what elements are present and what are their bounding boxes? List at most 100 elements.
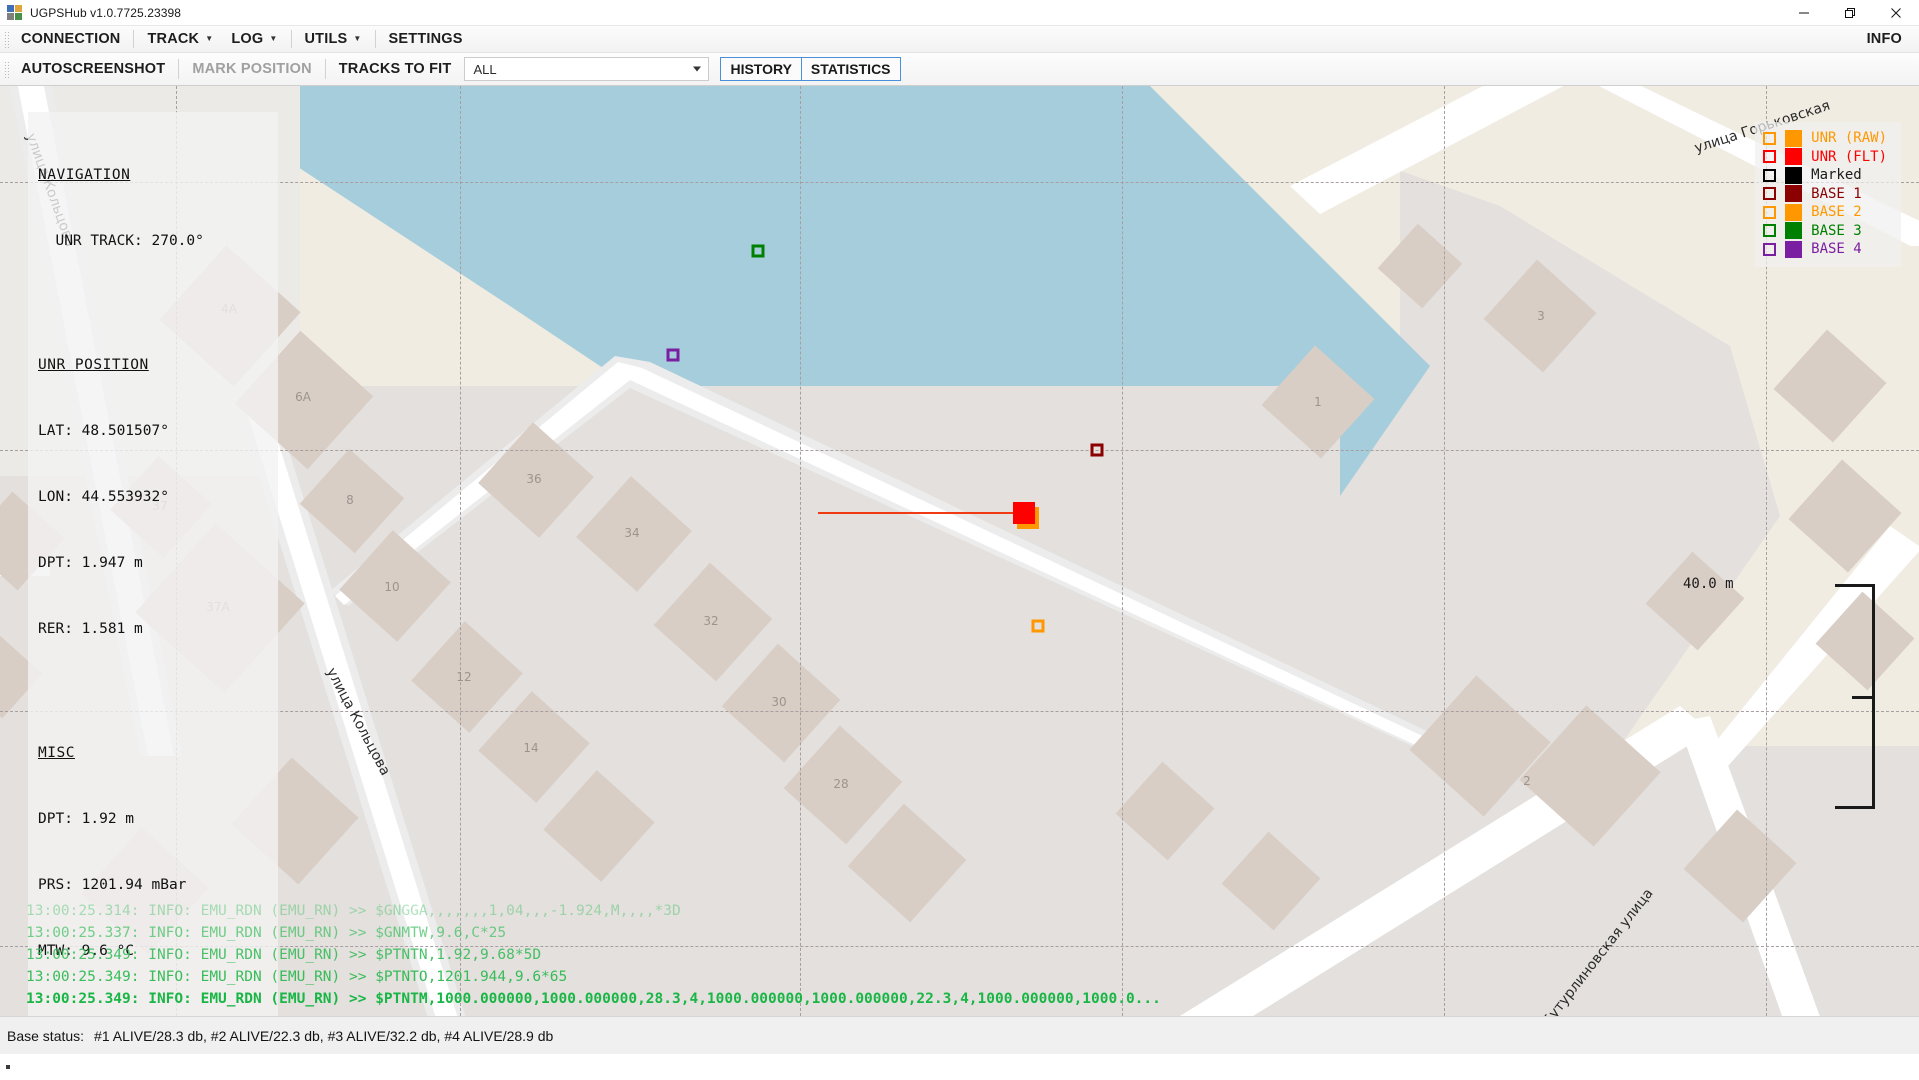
tracks-to-fit-value: ALL (473, 61, 497, 77)
misc-heading: MISC (38, 745, 75, 761)
close-icon[interactable] (1873, 0, 1919, 26)
base-status-label: Base status: (7, 1027, 85, 1044)
scale-bar-tick-top (1835, 584, 1875, 587)
toolbar-grip-icon (3, 59, 10, 79)
maximize-icon[interactable] (1827, 0, 1873, 26)
legend-solid-swatch-icon (1785, 240, 1803, 258)
legend-item-marked: Marked (1763, 166, 1887, 185)
unr-track-line (818, 512, 1026, 514)
legend-item-base-3: BASE 3 (1763, 222, 1887, 241)
menu-item-connection-label: CONNECTION (21, 31, 121, 47)
misc-temperature-row: MTW: 9.6 °C (38, 943, 135, 959)
statistics-button-label: STATISTICS (810, 61, 891, 77)
legend-hollow-swatch-icon (1763, 187, 1777, 201)
tracks-to-fit-select[interactable]: ALL (464, 57, 710, 81)
minimize-icon[interactable] (1781, 0, 1827, 26)
rer-row: RER: 1.581 m (38, 621, 143, 637)
legend-solid-swatch-icon (1785, 203, 1803, 221)
menu-item-utils-label: UTILS (304, 31, 348, 47)
history-button[interactable]: HISTORY (720, 57, 802, 81)
navigation-heading: NAVIGATION (38, 167, 131, 183)
title-bar: UGPSHub v1.0.7725.23398 (0, 0, 1919, 26)
scale-bar-tick-mid (1852, 696, 1875, 699)
menu-divider (374, 30, 376, 48)
legend-label: BASE 1 (1811, 185, 1862, 202)
scale-bar-label: 40.0 m (1683, 576, 1734, 592)
scale-bar-tick-bottom (1835, 806, 1875, 809)
resize-grip-icon (6, 1065, 10, 1069)
chevron-down-icon (693, 66, 702, 72)
base-1-marker[interactable] (1090, 443, 1104, 457)
legend-solid-swatch-icon (1785, 222, 1803, 240)
menu-item-log-label: LOG (231, 31, 264, 47)
menu-item-log[interactable]: LOG ▼ (222, 27, 286, 52)
base-4-marker[interactable] (666, 348, 680, 362)
autoscreenshot-button[interactable]: AUTOSCREENSHOT (12, 55, 174, 83)
app-icon (7, 4, 23, 21)
window-title: UGPSHub v1.0.7725.23398 (30, 5, 182, 20)
bottom-bar (0, 1054, 1919, 1080)
legend-item-base-2: BASE 2 (1763, 203, 1887, 222)
misc-pressure-row: PRS: 1201.94 mBar (38, 877, 187, 893)
legend-label: BASE 4 (1811, 241, 1862, 257)
toolbar-divider (178, 59, 180, 79)
base-3-marker[interactable] (751, 244, 765, 258)
legend-item-base-4: BASE 4 (1763, 240, 1887, 259)
status-bar: Base status: #1 ALIVE/28.3 db, #2 ALIVE/… (0, 1016, 1919, 1054)
legend-item-base-1: BASE 1 (1763, 185, 1887, 204)
menu-item-info[interactable]: INFO (1858, 27, 1911, 52)
legend-item-unr-flt: UNR (FLT) (1763, 148, 1887, 167)
longitude-row: LON: 44.553932° (38, 489, 169, 505)
menu-item-connection[interactable]: CONNECTION (12, 27, 129, 52)
legend-label: UNR (RAW) (1811, 130, 1887, 146)
menu-item-info-label: INFO (1866, 31, 1902, 47)
tracks-to-fit-label-text: TRACKS TO FIT (338, 61, 452, 77)
legend-hollow-swatch-icon (1763, 205, 1777, 219)
unr-track-row: UNR TRACK: 270.0° (38, 233, 204, 249)
toolbar-divider (324, 59, 326, 79)
mark-position-button[interactable]: MARK POSITION (183, 55, 320, 83)
base-status-value: #1 ALIVE/28.3 db, #2 ALIVE/22.3 db, #3 A… (94, 1027, 554, 1044)
menu-divider (133, 30, 135, 48)
legend-label: BASE 2 (1811, 204, 1862, 220)
map-view[interactable]: 4A 6A 37 8 36 34 37A 10 32 12 30 14 28 1… (0, 86, 1919, 1016)
window-controls (1781, 0, 1919, 26)
view-mode-buttons: HISTORY STATISTICS (720, 57, 901, 81)
latitude-row: LAT: 48.501507° (38, 423, 169, 439)
legend-item-unr-raw: UNR (RAW) (1763, 129, 1887, 148)
chevron-down-icon: ▼ (205, 34, 214, 43)
info-panel: NAVIGATION UNR TRACK: 270.0° UNR POSITIO… (28, 112, 278, 1016)
menu-item-track-label: TRACK (147, 31, 200, 47)
legend-hollow-swatch-icon (1763, 131, 1777, 145)
legend-hollow-swatch-icon (1763, 224, 1777, 238)
misc-depth-row: DPT: 1.92 m (38, 811, 135, 827)
legend-solid-swatch-icon (1785, 166, 1803, 184)
map-legend: UNR (RAW) UNR (FLT) Marked BASE 1 BASE 2 (1755, 122, 1901, 267)
scale-bar: 40.0 m (1683, 576, 1893, 809)
toolbar: AUTOSCREENSHOT MARK POSITION TRACKS TO F… (0, 53, 1919, 86)
legend-hollow-swatch-icon (1763, 168, 1777, 182)
menu-divider (290, 30, 292, 48)
legend-label: UNR (FLT) (1811, 148, 1887, 165)
menu-item-utils[interactable]: UTILS ▼ (296, 27, 371, 52)
statistics-button[interactable]: STATISTICS (801, 57, 901, 81)
autoscreenshot-label: AUTOSCREENSHOT (21, 61, 166, 77)
legend-solid-swatch-icon (1785, 129, 1803, 147)
legend-label: BASE 3 (1811, 222, 1862, 239)
menu-grip-icon (3, 29, 10, 49)
legend-solid-swatch-icon (1785, 185, 1803, 203)
menu-item-settings[interactable]: SETTINGS (380, 27, 472, 52)
depth-row: DPT: 1.947 m (38, 555, 143, 571)
legend-solid-swatch-icon (1785, 148, 1803, 166)
legend-hollow-swatch-icon (1763, 242, 1777, 256)
menu-item-settings-label: SETTINGS (388, 31, 463, 47)
menu-item-track[interactable]: TRACK ▼ (138, 27, 222, 52)
legend-label: Marked (1811, 167, 1862, 183)
unr-flt-marker[interactable] (1013, 502, 1035, 524)
chevron-down-icon: ▼ (353, 34, 362, 43)
mark-position-label: MARK POSITION (192, 61, 312, 77)
base-2-marker[interactable] (1031, 619, 1045, 633)
application-window: UGPSHub v1.0.7725.23398 CONNECTION TRACK… (0, 0, 1919, 1080)
map-canvas (0, 86, 1919, 1016)
menu-bar: CONNECTION TRACK ▼ LOG ▼ UTILS ▼ SETTING… (0, 26, 1919, 53)
